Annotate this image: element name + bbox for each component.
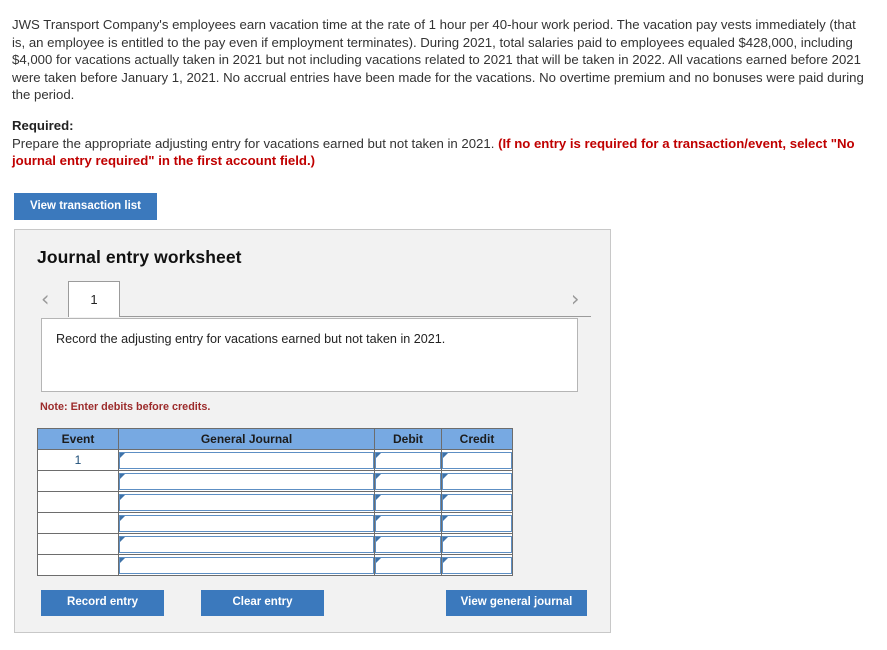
worksheet-title: Journal entry worksheet <box>37 247 242 267</box>
view-transaction-list-button[interactable]: View transaction list <box>14 193 157 220</box>
tab-1[interactable]: 1 <box>68 281 120 317</box>
general-journal-cell[interactable] <box>118 449 375 471</box>
table-row <box>37 491 513 513</box>
chevron-right-icon[interactable]: › <box>571 287 579 311</box>
debit-cell[interactable] <box>374 470 442 492</box>
credit-cell[interactable] <box>441 491 513 513</box>
event-cell <box>37 554 119 576</box>
general-journal-cell[interactable] <box>118 491 375 513</box>
general-journal-cell[interactable] <box>118 470 375 492</box>
general-journal-input[interactable] <box>119 556 374 574</box>
worksheet-instruction-box: Record the adjusting entry for vacations… <box>41 318 578 392</box>
problem-statement: JWS Transport Company's employees earn v… <box>12 17 864 103</box>
debits-before-credits-note: Note: Enter debits before credits. <box>40 401 211 413</box>
general-journal-cell[interactable] <box>118 512 375 534</box>
general-journal-cell[interactable] <box>118 533 375 555</box>
credit-cell[interactable] <box>441 554 513 576</box>
chevron-left-icon[interactable]: ‹ <box>41 287 49 311</box>
credit-input[interactable] <box>442 514 512 532</box>
required-instruction: Prepare the appropriate adjusting entry … <box>12 135 495 151</box>
general-journal-input[interactable] <box>119 535 374 553</box>
credit-input[interactable] <box>442 493 512 511</box>
journal-entry-table: Event General Journal Debit Credit 1 <box>37 428 513 576</box>
table-row <box>37 533 513 555</box>
credit-cell[interactable] <box>441 449 513 471</box>
event-cell <box>37 491 119 513</box>
credit-cell[interactable] <box>441 470 513 492</box>
debit-input[interactable] <box>375 556 441 574</box>
debit-input[interactable] <box>375 472 441 490</box>
general-journal-input[interactable] <box>119 493 374 511</box>
event-cell <box>37 512 119 534</box>
required-block: Required: Prepare the appropriate adjust… <box>12 117 862 170</box>
journal-entry-worksheet-panel: Journal entry worksheet ‹ 1 › Record the… <box>14 229 611 633</box>
worksheet-tab-strip: ‹ 1 › <box>15 280 612 318</box>
column-header-general-journal: General Journal <box>118 428 375 450</box>
debit-cell[interactable] <box>374 449 442 471</box>
event-cell <box>37 533 119 555</box>
credit-input[interactable] <box>442 535 512 553</box>
general-journal-input[interactable] <box>119 472 374 490</box>
debit-cell[interactable] <box>374 554 442 576</box>
column-header-debit: Debit <box>374 428 442 450</box>
clear-entry-button[interactable]: Clear entry <box>201 590 324 616</box>
table-row <box>37 470 513 492</box>
record-entry-button[interactable]: Record entry <box>41 590 164 616</box>
general-journal-input[interactable] <box>119 514 374 532</box>
tab-underline <box>119 316 591 317</box>
credit-input[interactable] <box>442 472 512 490</box>
worksheet-instruction-text: Record the adjusting entry for vacations… <box>56 332 446 346</box>
credit-input[interactable] <box>442 451 512 469</box>
debit-input[interactable] <box>375 493 441 511</box>
debit-input[interactable] <box>375 451 441 469</box>
debit-input[interactable] <box>375 514 441 532</box>
view-general-journal-button[interactable]: View general journal <box>446 590 587 616</box>
credit-input[interactable] <box>442 556 512 574</box>
general-journal-input[interactable] <box>119 451 374 469</box>
table-header-row: Event General Journal Debit Credit <box>37 428 513 450</box>
debit-cell[interactable] <box>374 491 442 513</box>
required-label: Required: <box>12 118 74 133</box>
column-header-event: Event <box>37 428 119 450</box>
event-cell: 1 <box>37 449 119 471</box>
event-cell <box>37 470 119 492</box>
debit-cell[interactable] <box>374 512 442 534</box>
column-header-credit: Credit <box>441 428 513 450</box>
tab-1-label: 1 <box>90 292 98 307</box>
table-row: 1 <box>37 449 513 471</box>
credit-cell[interactable] <box>441 512 513 534</box>
debit-input[interactable] <box>375 535 441 553</box>
table-row <box>37 512 513 534</box>
debit-cell[interactable] <box>374 533 442 555</box>
credit-cell[interactable] <box>441 533 513 555</box>
table-row <box>37 554 513 576</box>
general-journal-cell[interactable] <box>118 554 375 576</box>
